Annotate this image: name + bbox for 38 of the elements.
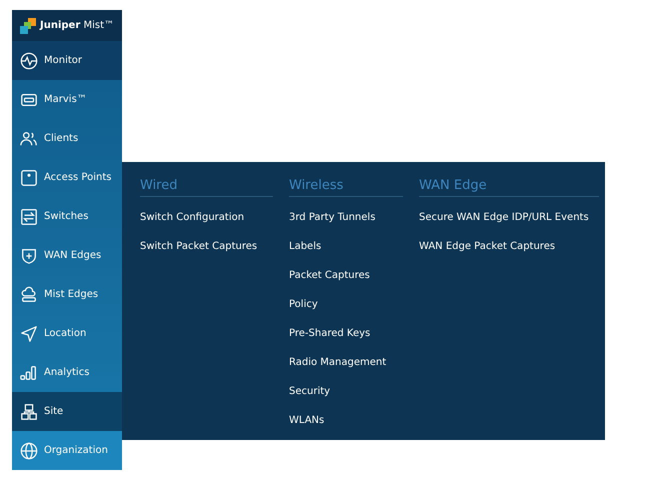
logo-icon xyxy=(20,18,36,34)
globe-icon xyxy=(20,442,38,460)
users-icon xyxy=(20,130,38,148)
sidebar-item[interactable]: WAN Edges xyxy=(12,236,122,276)
menu-heading: Wireless xyxy=(289,178,403,197)
menu-link[interactable]: WLANs xyxy=(289,406,324,435)
menu-link[interactable]: Pre-Shared Keys xyxy=(289,319,370,348)
sidebar-item[interactable]: Organization xyxy=(12,431,122,470)
navigation-icon xyxy=(20,324,38,343)
menu-heading: Wired xyxy=(140,178,273,197)
menu-link[interactable]: Packet Captures xyxy=(289,261,370,290)
sidebar-item[interactable]: Site xyxy=(12,392,122,432)
menu-link[interactable]: Policy xyxy=(289,290,318,319)
logo-text: Juniper Mist™ xyxy=(40,20,114,32)
sidebar-item[interactable]: Marvis™ xyxy=(12,80,122,120)
sidebar-item[interactable]: Location xyxy=(12,314,122,354)
pulse-icon xyxy=(20,52,38,70)
menu-link[interactable]: Secure WAN Edge IDP/URL Events xyxy=(419,203,589,232)
sidebar-item[interactable]: Monitor xyxy=(12,41,122,80)
sidebar-item[interactable]: Switches xyxy=(12,197,122,236)
bar-chart-icon xyxy=(20,364,38,382)
menu-heading: WAN Edge xyxy=(419,178,599,197)
menu-link[interactable]: Radio Management xyxy=(289,348,386,377)
menu-link[interactable]: Switch Configuration xyxy=(140,203,244,232)
sidebar-item[interactable]: Clients xyxy=(12,119,122,158)
hierarchy-icon xyxy=(20,402,38,421)
switch-icon xyxy=(20,208,38,226)
menu-link[interactable]: Labels xyxy=(289,232,322,261)
sidebar-item[interactable]: Access Points xyxy=(12,158,122,198)
menu-link[interactable]: WAN Edge Packet Captures xyxy=(419,232,556,261)
access-point-icon xyxy=(20,168,38,187)
sidebar-item[interactable]: Mist Edges xyxy=(12,275,122,314)
cloud-icon xyxy=(20,286,38,304)
shield-icon xyxy=(20,246,38,265)
sidebar-item[interactable]: Analytics xyxy=(12,353,122,392)
menu-link[interactable]: 3rd Party Tunnels xyxy=(289,203,376,232)
menu-link[interactable]: Switch Packet Captures xyxy=(140,232,258,261)
menu-link[interactable]: Security xyxy=(289,377,330,406)
